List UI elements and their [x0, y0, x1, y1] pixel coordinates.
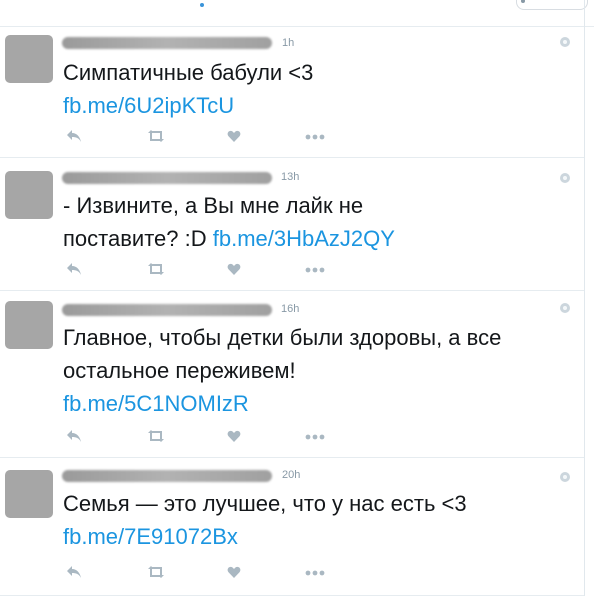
retweet-icon[interactable] — [146, 429, 166, 443]
tweet-body: Главное, чтобы детки были здоровы, а все… — [63, 325, 502, 383]
reply-icon[interactable] — [66, 129, 82, 143]
tweet-1[interactable]: 1h Симпатичные бабули <3 fb.me/6U2ipKTcU — [0, 27, 584, 158]
tweet-2[interactable]: 13h - Извините, а Вы мне лайк не постави… — [0, 158, 584, 291]
new-tweets-dot — [200, 3, 204, 7]
column-divider — [584, 0, 585, 596]
more-icon[interactable] — [305, 262, 325, 276]
bird-icon — [521, 0, 525, 3]
timeline-top-strip — [0, 0, 594, 27]
chevron-down-icon[interactable] — [560, 472, 570, 482]
more-icon[interactable] — [305, 429, 325, 443]
chevron-down-icon[interactable] — [560, 303, 570, 313]
retweet-icon[interactable] — [146, 565, 166, 579]
reply-icon[interactable] — [66, 262, 82, 276]
author-name-blurred[interactable] — [62, 172, 272, 184]
tweet-link[interactable]: fb.me/6U2ipKTcU — [63, 93, 234, 118]
author-name-blurred[interactable] — [62, 304, 272, 316]
heart-icon[interactable] — [227, 129, 241, 143]
avatar[interactable] — [5, 470, 53, 518]
author-name-blurred[interactable] — [62, 37, 272, 49]
heart-icon[interactable] — [227, 565, 241, 579]
tweet-body: Симпатичные бабули <3 — [63, 60, 314, 85]
heart-icon[interactable] — [227, 262, 241, 276]
avatar[interactable] — [5, 35, 53, 83]
tweet-link[interactable]: fb.me/3HbAzJ2QY — [213, 226, 395, 251]
tweet-text: Симпатичные бабули <3 fb.me/6U2ipKTcU — [63, 56, 563, 122]
tweet-link[interactable]: fb.me/5C1NOMIzR — [63, 391, 249, 416]
tweet-body: Семья — это лучшее, что у нас есть <3 — [63, 491, 467, 516]
avatar[interactable] — [5, 301, 53, 349]
author-name-blurred[interactable] — [62, 470, 272, 482]
retweet-icon[interactable] — [146, 262, 166, 276]
retweet-icon[interactable] — [146, 129, 166, 143]
more-icon[interactable] — [305, 129, 325, 143]
tweet-time[interactable]: 13h — [281, 171, 299, 183]
tweet-time[interactable]: 20h — [282, 469, 300, 481]
heart-icon[interactable] — [227, 429, 241, 443]
reply-icon[interactable] — [66, 565, 82, 579]
tweet-3[interactable]: 16h Главное, чтобы детки были здоровы, а… — [0, 291, 584, 458]
tweet-text: Главное, чтобы детки были здоровы, а все… — [63, 321, 558, 420]
tweet-time[interactable]: 16h — [281, 303, 299, 315]
compose-button[interactable] — [516, 0, 588, 10]
avatar[interactable] — [5, 171, 53, 219]
chevron-down-icon[interactable] — [560, 173, 570, 183]
chevron-down-icon[interactable] — [560, 37, 570, 47]
tweet-text: Семья — это лучшее, что у нас есть <3 fb… — [63, 487, 563, 553]
reply-icon[interactable] — [66, 429, 82, 443]
tweet-4[interactable]: 20h Семья — это лучшее, что у нас есть <… — [0, 458, 584, 596]
more-icon[interactable] — [305, 565, 325, 579]
tweet-time[interactable]: 1h — [282, 37, 294, 49]
tweet-link[interactable]: fb.me/7E91072Bx — [63, 524, 238, 549]
tweet-text: - Извините, а Вы мне лайк не поставите? … — [63, 189, 483, 255]
